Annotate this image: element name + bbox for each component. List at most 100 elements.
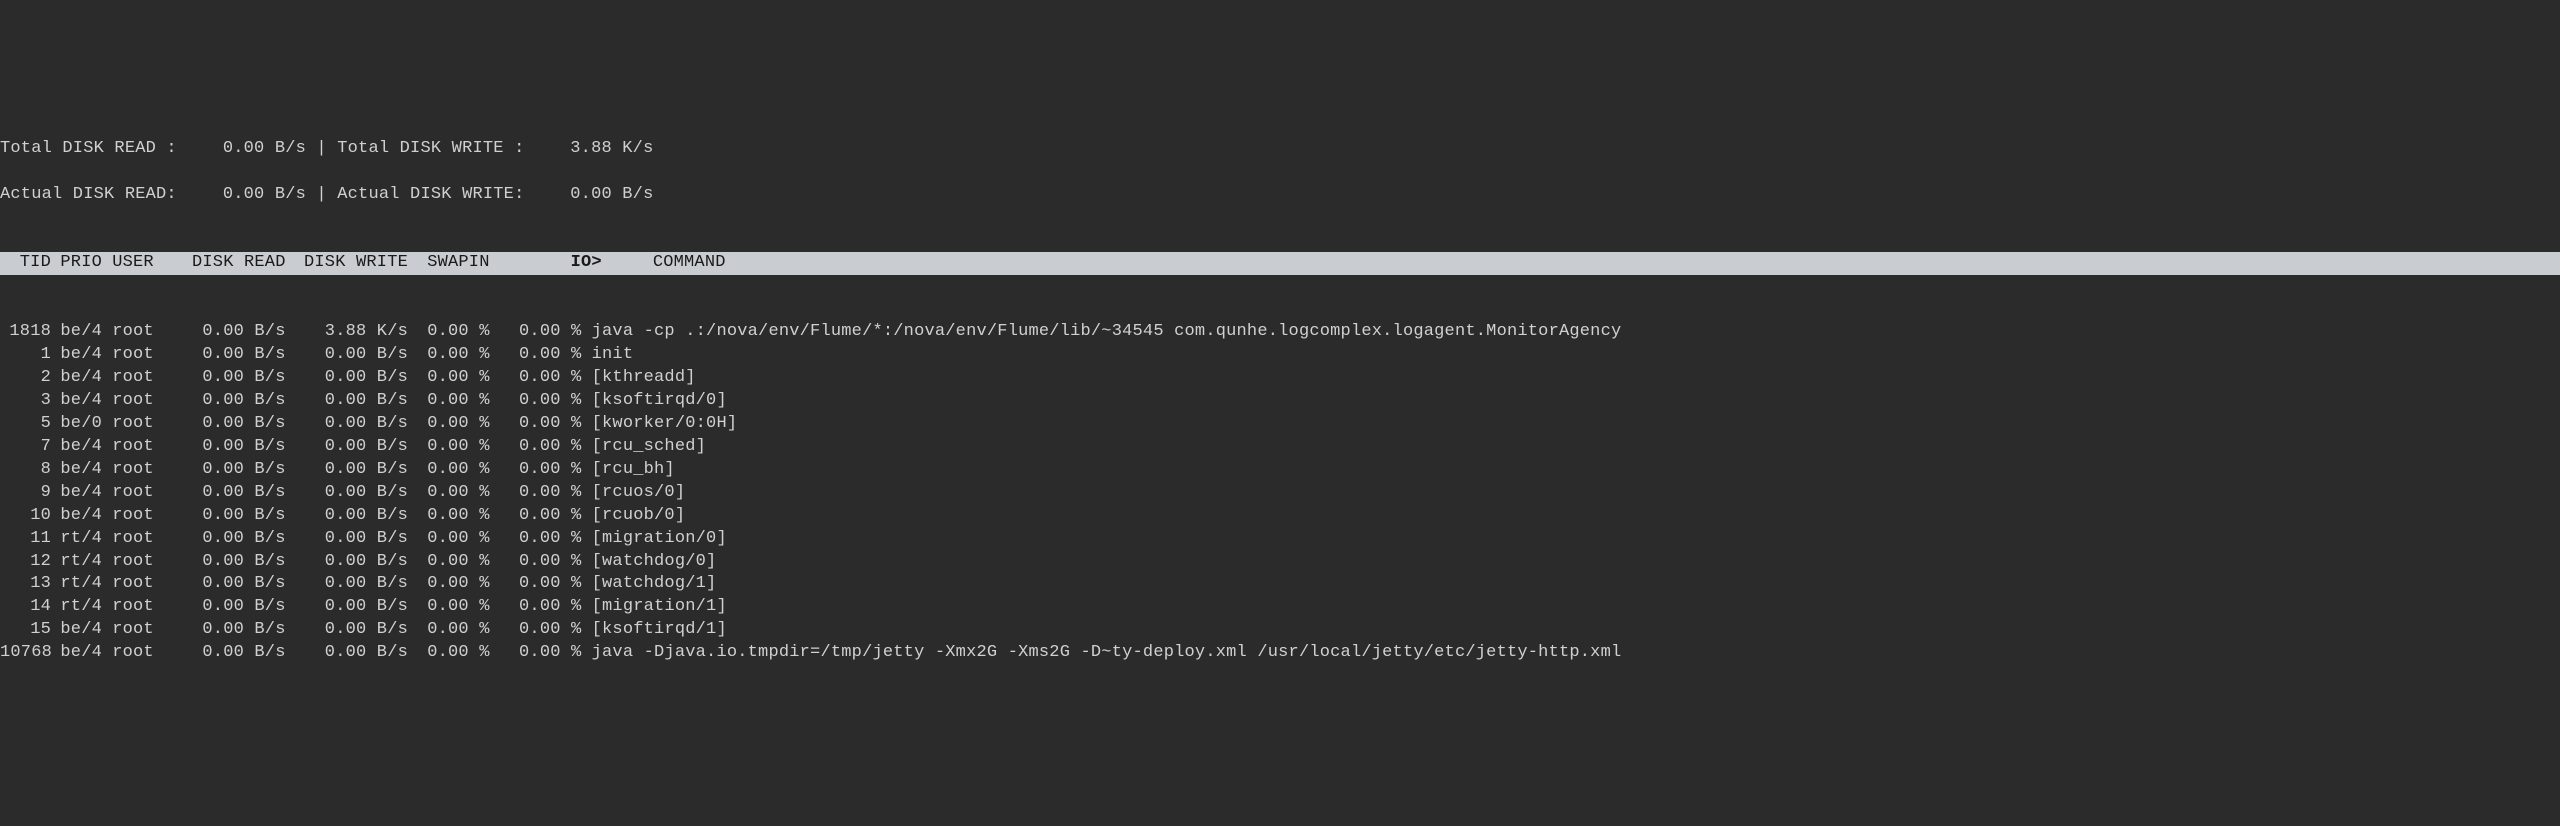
- cell-tid: 13: [0, 573, 51, 596]
- cell-command: [rcu_sched]: [581, 436, 706, 459]
- cell-swapin: 0.00 %: [408, 367, 490, 390]
- cell-io: 0.00 %: [490, 482, 582, 505]
- cell-swapin: 0.00 %: [408, 344, 490, 367]
- header-disk-read[interactable]: DISK READ: [153, 252, 286, 275]
- header-prio[interactable]: PRIO: [51, 252, 102, 275]
- cell-io: 0.00 %: [490, 367, 582, 390]
- header-disk-write[interactable]: DISK WRITE: [286, 252, 408, 275]
- cell-disk-read: 0.00 B/s: [153, 642, 286, 665]
- header-tid[interactable]: TID: [0, 252, 51, 275]
- cell-user: root: [102, 573, 153, 596]
- table-row[interactable]: 8be/4root0.00 B/s0.00 B/s0.00 %0.00 %[rc…: [0, 459, 2560, 482]
- table-row[interactable]: 9be/4root0.00 B/s0.00 B/s0.00 %0.00 %[rc…: [0, 482, 2560, 505]
- cell-command: [watchdog/1]: [581, 573, 716, 596]
- cell-disk-read: 0.00 B/s: [153, 528, 286, 551]
- cell-disk-write: 0.00 B/s: [286, 551, 408, 574]
- table-row[interactable]: 12rt/4root0.00 B/s0.00 B/s0.00 %0.00 %[w…: [0, 551, 2560, 574]
- divider: |: [306, 139, 337, 158]
- table-row[interactable]: 13rt/4root0.00 B/s0.00 B/s0.00 %0.00 %[w…: [0, 573, 2560, 596]
- cell-prio: be/4: [51, 344, 102, 367]
- cell-prio: be/4: [51, 321, 102, 344]
- cell-command: [ksoftirqd/0]: [581, 390, 726, 413]
- summary-line-1: Total DISK READ :0.00 B/s | Total DISK W…: [0, 138, 2560, 161]
- cell-tid: 15: [0, 619, 51, 642]
- cell-user: root: [102, 413, 153, 436]
- header-io-sort[interactable]: IO>: [490, 252, 602, 275]
- cell-tid: 10768: [0, 642, 51, 665]
- cell-user: root: [102, 344, 153, 367]
- cell-command: [migration/1]: [581, 596, 726, 619]
- cell-disk-write: 0.00 B/s: [286, 482, 408, 505]
- cell-disk-read: 0.00 B/s: [153, 436, 286, 459]
- cell-io: 0.00 %: [490, 619, 582, 642]
- cell-io: 0.00 %: [490, 436, 582, 459]
- cell-disk-write: 0.00 B/s: [286, 505, 408, 528]
- cell-disk-write: 0.00 B/s: [286, 642, 408, 665]
- cell-swapin: 0.00 %: [408, 596, 490, 619]
- cell-tid: 14: [0, 596, 51, 619]
- cell-prio: be/4: [51, 505, 102, 528]
- cell-prio: be/4: [51, 367, 102, 390]
- cell-swapin: 0.00 %: [408, 505, 490, 528]
- table-row[interactable]: 14rt/4root0.00 B/s0.00 B/s0.00 %0.00 %[m…: [0, 596, 2560, 619]
- cell-disk-write: 0.00 B/s: [286, 367, 408, 390]
- column-header-row[interactable]: TIDPRIOUSERDISK READDISK WRITESWAPINIO>C…: [0, 252, 2560, 275]
- cell-tid: 5: [0, 413, 51, 436]
- cell-command: [kthreadd]: [581, 367, 695, 390]
- cell-disk-write: 0.00 B/s: [286, 344, 408, 367]
- cell-tid: 1: [0, 344, 51, 367]
- table-row[interactable]: 3be/4root0.00 B/s0.00 B/s0.00 %0.00 %[ks…: [0, 390, 2560, 413]
- cell-swapin: 0.00 %: [408, 436, 490, 459]
- cell-tid: 7: [0, 436, 51, 459]
- table-row[interactable]: 11rt/4root0.00 B/s0.00 B/s0.00 %0.00 %[m…: [0, 528, 2560, 551]
- cell-disk-read: 0.00 B/s: [153, 344, 286, 367]
- cell-disk-write: 0.00 B/s: [286, 619, 408, 642]
- cell-command: [rcuos/0]: [581, 482, 685, 505]
- cell-command: java -cp .:/nova/env/Flume/*:/nova/env/F…: [581, 321, 1621, 344]
- table-row[interactable]: 1be/4root0.00 B/s0.00 B/s0.00 %0.00 %ini…: [0, 344, 2560, 367]
- table-row[interactable]: 10768be/4root0.00 B/s0.00 B/s0.00 %0.00 …: [0, 642, 2560, 665]
- table-row[interactable]: 7be/4root0.00 B/s0.00 B/s0.00 %0.00 %[rc…: [0, 436, 2560, 459]
- cell-io: 0.00 %: [490, 413, 582, 436]
- cell-disk-read: 0.00 B/s: [153, 367, 286, 390]
- cell-disk-write: 0.00 B/s: [286, 596, 408, 619]
- cell-user: root: [102, 482, 153, 505]
- cell-prio: be/4: [51, 642, 102, 665]
- header-user[interactable]: USER: [102, 252, 153, 275]
- table-row[interactable]: 1818be/4root0.00 B/s3.88 K/s0.00 %0.00 %…: [0, 321, 2560, 344]
- divider: |: [306, 185, 337, 204]
- cell-swapin: 0.00 %: [408, 642, 490, 665]
- cell-command: init: [581, 344, 633, 367]
- table-row[interactable]: 2be/4root0.00 B/s0.00 B/s0.00 %0.00 %[kt…: [0, 367, 2560, 390]
- table-row[interactable]: 10be/4root0.00 B/s0.00 B/s0.00 %0.00 %[r…: [0, 505, 2560, 528]
- cell-io: 0.00 %: [490, 505, 582, 528]
- cell-disk-read: 0.00 B/s: [153, 321, 286, 344]
- cell-disk-read: 0.00 B/s: [153, 390, 286, 413]
- total-read-label: Total DISK READ :: [0, 138, 173, 161]
- cell-disk-read: 0.00 B/s: [153, 459, 286, 482]
- cell-command: java -Djava.io.tmpdir=/tmp/jetty -Xmx2G …: [581, 642, 1621, 665]
- cell-prio: rt/4: [51, 551, 102, 574]
- cell-swapin: 0.00 %: [408, 573, 490, 596]
- table-row[interactable]: 5be/0root0.00 B/s0.00 B/s0.00 %0.00 %[kw…: [0, 413, 2560, 436]
- cell-tid: 9: [0, 482, 51, 505]
- cell-user: root: [102, 459, 153, 482]
- cell-swapin: 0.00 %: [408, 619, 490, 642]
- header-swapin[interactable]: SWAPIN: [408, 252, 490, 275]
- cell-disk-write: 0.00 B/s: [286, 413, 408, 436]
- cell-tid: 10: [0, 505, 51, 528]
- cell-io: 0.00 %: [490, 344, 582, 367]
- cell-io: 0.00 %: [490, 321, 582, 344]
- cell-prio: be/4: [51, 459, 102, 482]
- cell-command: [migration/0]: [581, 528, 726, 551]
- cell-swapin: 0.00 %: [408, 413, 490, 436]
- summary-line-2: Actual DISK READ:0.00 B/s | Actual DISK …: [0, 184, 2560, 207]
- cell-user: root: [102, 436, 153, 459]
- table-row[interactable]: 15be/4root0.00 B/s0.00 B/s0.00 %0.00 %[k…: [0, 619, 2560, 642]
- header-command[interactable]: COMMAND: [602, 252, 726, 275]
- cell-command: [rcuob/0]: [581, 505, 685, 528]
- cell-command: [watchdog/0]: [581, 551, 716, 574]
- cell-io: 0.00 %: [490, 390, 582, 413]
- total-write-label: Total DISK WRITE :: [337, 138, 521, 161]
- cell-disk-read: 0.00 B/s: [153, 505, 286, 528]
